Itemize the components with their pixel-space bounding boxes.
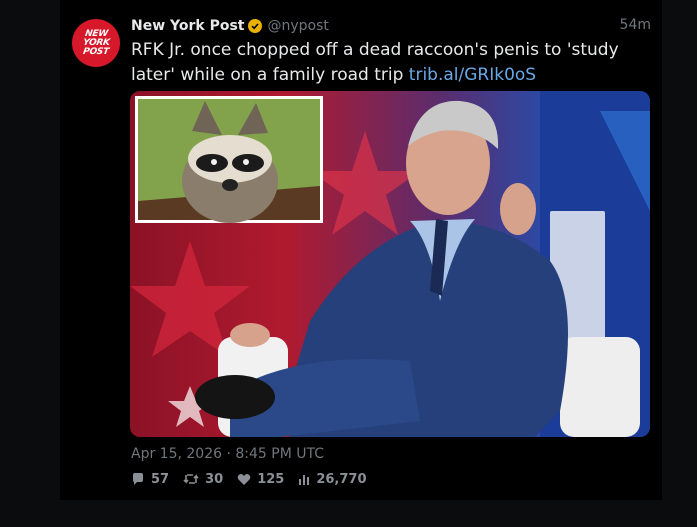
reply-button[interactable]: 57 xyxy=(131,472,169,487)
views-button[interactable]: 26,770 xyxy=(298,471,367,487)
tweet-text: RFK Jr. once chopped off a dead raccoon'… xyxy=(131,38,631,88)
retweet-button[interactable]: 30 xyxy=(183,472,223,487)
like-button[interactable]: 125 xyxy=(237,472,284,487)
views-count: 26,770 xyxy=(316,471,367,487)
like-count: 125 xyxy=(257,471,285,487)
verified-badge-icon xyxy=(248,19,263,33)
author-handle[interactable]: @nypost xyxy=(267,18,328,34)
tweet-link[interactable]: trib.al/GRIk0oS xyxy=(409,65,536,85)
author-name[interactable]: New York Post xyxy=(131,18,244,34)
tweet-media-image[interactable] xyxy=(130,91,650,437)
avatar-text-line3: POST xyxy=(82,46,110,57)
media-illustration xyxy=(130,91,650,437)
retweet-icon xyxy=(183,474,199,484)
tweet-actions: 57 30 125 26,770 xyxy=(131,470,381,488)
comment-bubble-icon xyxy=(133,473,143,485)
bar-chart-icon xyxy=(299,475,310,485)
tweet-body: RFK Jr. once chopped off a dead raccoon'… xyxy=(131,40,619,85)
time-ago[interactable]: 54m xyxy=(620,17,651,33)
reply-count: 57 xyxy=(151,471,170,487)
tweet-header: New York Post @nypost 54m xyxy=(131,16,651,36)
tweet-timestamp[interactable]: Apr 15, 2026 · 8:45 PM UTC xyxy=(131,446,324,462)
avatar[interactable]: NEW YORK POST xyxy=(72,19,120,67)
heart-icon xyxy=(237,473,251,485)
retweet-count: 30 xyxy=(205,471,224,487)
